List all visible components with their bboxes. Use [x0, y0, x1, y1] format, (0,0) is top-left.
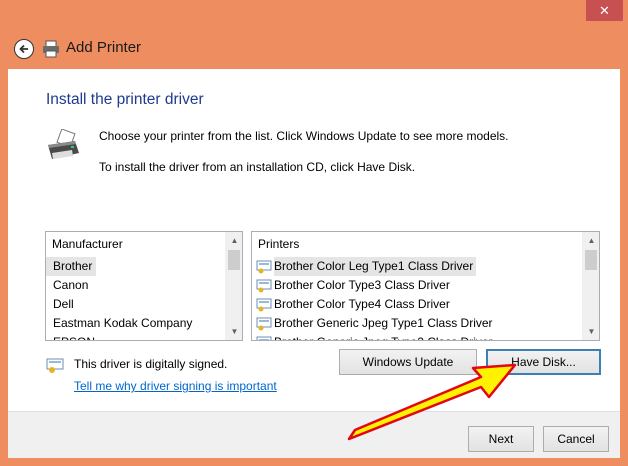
signed-driver-icon — [256, 298, 272, 311]
manufacturer-item[interactable]: Brother — [46, 257, 97, 276]
printer-item-label: Brother Generic Jpeg Type2 Class Driver — [274, 333, 493, 340]
signed-driver-icon — [256, 317, 272, 330]
scroll-down-icon[interactable]: ▼ — [226, 323, 242, 340]
windows-update-button[interactable]: Windows Update — [339, 349, 477, 375]
manufacturer-list[interactable]: Manufacturer Brother Canon Dell Eastman … — [45, 231, 243, 341]
scroll-down-icon[interactable]: ▼ — [583, 323, 599, 340]
instruction-text: To install the driver from an installati… — [99, 160, 416, 174]
printer-list[interactable]: Printers Brother Color Leg Type1 Class D… — [251, 231, 600, 341]
manufacturer-scrollbar[interactable]: ▲ ▼ — [225, 232, 242, 340]
wizard-content: Install the printer driver Choose your p… — [8, 69, 620, 411]
window-title: Add Printer — [66, 39, 142, 56]
signed-driver-icon — [256, 260, 272, 273]
printer-icon — [48, 129, 79, 159]
close-icon: ✕ — [599, 3, 610, 18]
back-button[interactable] — [14, 39, 34, 59]
scroll-up-icon[interactable]: ▲ — [583, 232, 599, 249]
printer-item-label: Brother Generic Jpeg Type1 Class Driver — [274, 316, 493, 330]
signed-driver-icon — [256, 279, 272, 292]
manufacturer-item[interactable]: EPSON — [46, 333, 225, 340]
next-button[interactable]: Next — [468, 426, 534, 452]
printer-item[interactable]: Brother Color Type3 Class Driver — [252, 276, 582, 295]
have-disk-button[interactable]: Have Disk... — [486, 349, 601, 375]
printer-scrollbar[interactable]: ▲ ▼ — [582, 232, 599, 340]
printer-icon — [43, 40, 59, 58]
signed-driver-icon — [256, 336, 272, 340]
printer-item[interactable]: Brother Color Type4 Class Driver — [252, 295, 582, 314]
driver-signing-link[interactable]: Tell me why driver signing is important — [74, 379, 277, 393]
printer-item-label: Brother Color Type4 Class Driver — [274, 297, 450, 311]
page-heading: Install the printer driver — [46, 91, 204, 108]
manufacturer-item[interactable]: Dell — [46, 295, 225, 314]
wizard-header: Add Printer — [8, 30, 620, 68]
scroll-up-icon[interactable]: ▲ — [226, 232, 242, 249]
instruction-text: Choose your printer from the list. Click… — [99, 129, 509, 143]
printer-item-label: Brother Color Type3 Class Driver — [274, 278, 450, 292]
printer-item[interactable]: Brother Color Leg Type1 Class Driver — [252, 257, 582, 276]
scroll-thumb[interactable] — [585, 250, 597, 270]
printer-item-label: Brother Color Leg Type1 Class Driver — [274, 257, 477, 276]
cancel-button[interactable]: Cancel — [543, 426, 609, 452]
manufacturer-item[interactable]: Eastman Kodak Company — [46, 314, 225, 333]
wizard-footer: Next Cancel — [8, 411, 620, 458]
scroll-thumb[interactable] — [228, 250, 240, 270]
printer-item[interactable]: Brother Generic Jpeg Type2 Class Driver — [252, 333, 582, 340]
printer-list-header: Printers — [258, 237, 300, 251]
manufacturer-list-header: Manufacturer — [52, 237, 123, 251]
signing-status: This driver is digitally signed. — [74, 357, 228, 371]
back-arrow-icon — [19, 44, 28, 54]
manufacturer-item[interactable]: Canon — [46, 276, 225, 295]
printer-item[interactable]: Brother Generic Jpeg Type1 Class Driver — [252, 314, 582, 333]
signed-driver-icon — [46, 358, 64, 373]
window-close-button[interactable]: ✕ — [586, 0, 623, 21]
